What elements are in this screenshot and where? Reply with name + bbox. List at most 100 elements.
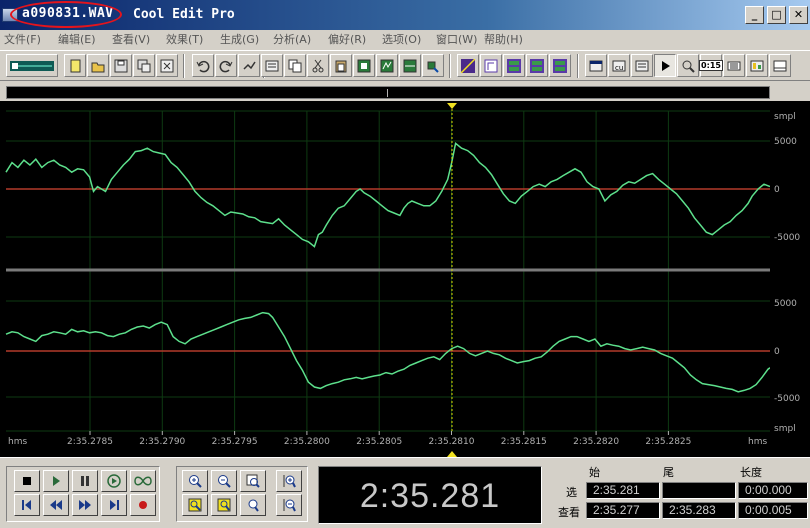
zoom-left-edge-icon [217,498,231,512]
zoom-out-vertical-icon [283,499,296,512]
menu-options[interactable]: 选项(O) [382,31,421,47]
play-button[interactable] [43,470,69,492]
zoom-full-button[interactable] [240,470,266,492]
play-toolbar-button[interactable] [654,54,676,77]
amplitude-unit-label-bottom: smpl [774,424,796,434]
waveform-display[interactable]: smpl 5000 0 -5000 5000 0 -5000 smpl hms … [0,101,810,457]
undo-button[interactable] [192,54,214,77]
time-button[interactable]: 0:15 [699,54,723,77]
zoom-out-vertical-button[interactable] [276,494,302,516]
level-button[interactable] [746,54,768,77]
copy-button[interactable] [284,54,306,77]
menu-generate[interactable]: 生成(G) [220,31,259,47]
time-ruler[interactable]: hms hms 2:35.2785 2:35.2790 2:35.2795 2:35.… [8,431,767,447]
silence-button[interactable] [399,54,421,77]
pause-button[interactable] [72,470,98,492]
cut-button[interactable] [307,54,329,77]
menu-window[interactable]: 窗口(W) [436,31,477,47]
pause-icon [81,476,89,486]
overview-bar[interactable] [6,86,770,99]
transport-area: 2:35.281 始 尾 长度 选 2:35.281 0:00.000 查看 2… [0,457,810,528]
new-file-icon [70,59,81,72]
title-bar[interactable]: a090831.WAV Cool Edit Pro _ □ ✕ [0,0,810,30]
multitrack-toggle-button[interactable] [6,54,58,77]
selection-begin-field[interactable]: 2:35.281 [586,482,660,499]
zoom-left-edge-button[interactable] [211,494,237,516]
play-to-end-button[interactable] [101,470,127,492]
left-amp-tick-bottom: -5000 [774,233,800,243]
menu-analyze[interactable]: 分析(A) [273,31,311,47]
repeat-last-button[interactable] [238,54,260,77]
waveform-view-button[interactable] [585,54,607,77]
silence-icon [403,59,417,72]
zoom-info-button[interactable] [677,54,699,77]
new-file-button[interactable] [64,54,86,77]
close-file-button[interactable] [156,54,178,77]
cursor-top-marker[interactable] [447,103,457,109]
mix-paste-button[interactable] [261,54,283,77]
fade-icon [507,58,521,73]
rewind-button[interactable] [43,494,69,516]
zoom-in-vertical-button[interactable] [276,470,302,492]
go-to-start-button[interactable] [14,494,40,516]
spectral-icon [553,58,567,73]
paste-button[interactable] [330,54,352,77]
redo-button[interactable] [215,54,237,77]
paste-new-button[interactable] [353,54,375,77]
go-to-start-icon [22,500,31,510]
save-icon [114,59,128,72]
fast-forward-button[interactable] [72,494,98,516]
close-button[interactable]: ✕ [789,6,808,24]
time-tick-label: 2:35.2805 [356,437,402,447]
save-as-button[interactable] [133,54,155,77]
repeat-last-icon [243,61,256,70]
play-list-button[interactable] [631,54,653,77]
fade-button[interactable] [503,54,525,77]
play-looped-icon [134,476,152,486]
zoom-in-horizontal-button[interactable] [182,470,208,492]
record-button[interactable] [130,494,156,516]
save-button[interactable] [110,54,132,77]
open-file-button[interactable] [87,54,109,77]
trim-button[interactable] [376,54,398,77]
zoom-selection-button[interactable] [182,494,208,516]
envelope-button[interactable] [457,54,479,77]
spectral-alt-button[interactable] [549,54,571,77]
minimize-button[interactable]: _ [745,6,764,24]
selection-length-field[interactable]: 0:00.000 [738,482,808,499]
menu-view[interactable]: 查看(V) [112,31,150,47]
stop-button[interactable] [14,470,40,492]
menu-edit[interactable]: 编辑(E) [58,31,96,47]
status-button[interactable] [769,54,791,77]
amplify-button[interactable] [480,54,502,77]
go-to-end-button[interactable] [101,494,127,516]
menu-favorites[interactable]: 偏好(R) [328,31,366,47]
menu-effects[interactable]: 效果(T) [166,31,203,47]
cd-button[interactable] [723,54,745,77]
time-tick-label: 2:35.2800 [284,437,330,447]
selection-end-field[interactable] [662,482,736,499]
zoom-out-horizontal-button[interactable] [211,470,237,492]
play-icon [53,476,60,486]
view-end-field[interactable]: 2:35.283 [662,502,736,519]
menu-file[interactable]: 文件(F) [4,31,41,47]
view-begin-field[interactable]: 2:35.277 [586,502,660,519]
play-looped-button[interactable] [130,470,156,492]
maximize-button[interactable]: □ [767,6,786,24]
right-amp-tick-zero: 0 [774,347,780,357]
convert-button[interactable] [422,54,444,77]
zoom-full-icon [246,474,260,488]
zoom-in-vertical-icon [283,475,296,488]
go-to-end-icon [110,500,119,510]
view-length-field[interactable]: 0:00.005 [738,502,808,519]
toolbar: cu 0:15 [0,50,810,81]
cue-list-button[interactable]: cu [608,54,630,77]
spectral-button[interactable] [526,54,548,77]
cue-list-icon: cu [612,60,626,72]
amplitude-unit-label: smpl [774,112,796,122]
menu-help[interactable]: 帮助(H) [484,31,523,47]
paste-new-icon [357,59,371,72]
zoom-right-edge-button[interactable] [240,494,266,516]
redo-icon [219,60,233,72]
play-to-end-icon [107,474,121,488]
